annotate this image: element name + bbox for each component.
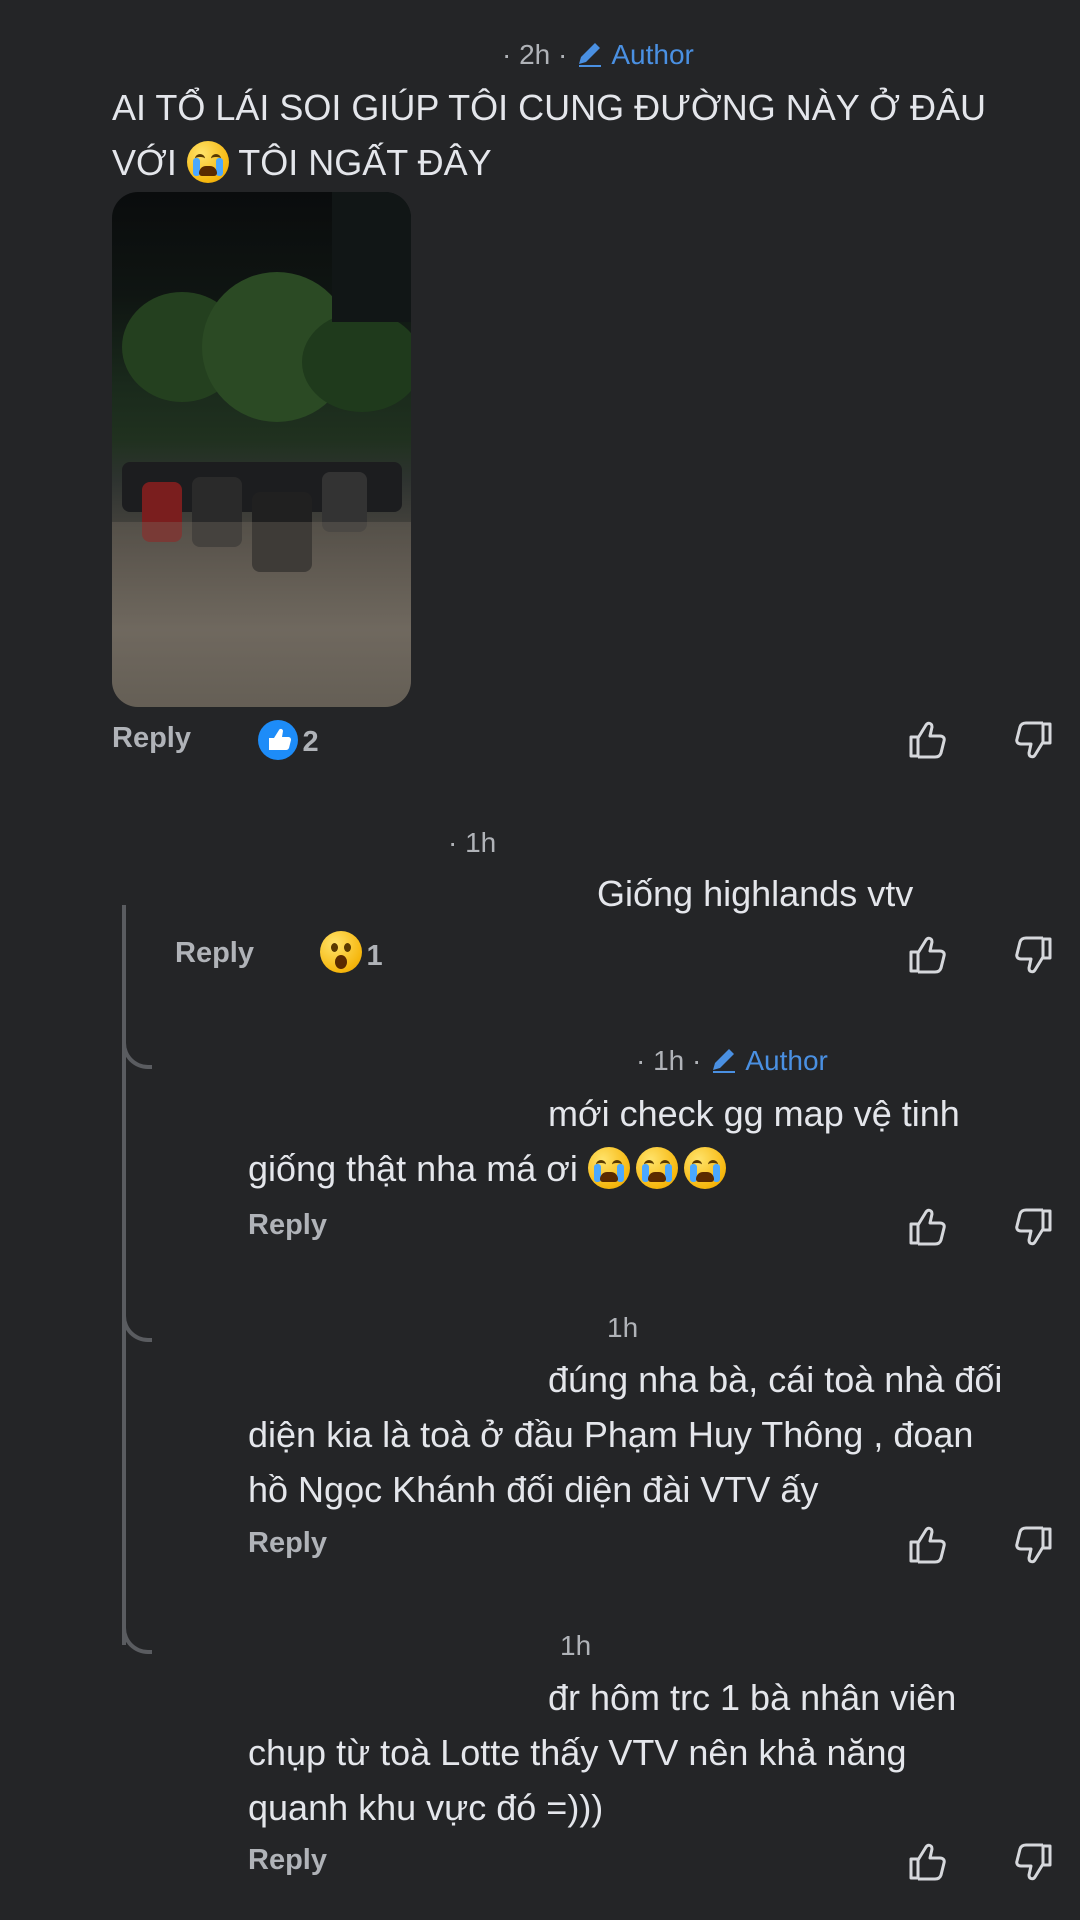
like-icon[interactable]: [905, 1840, 949, 1884]
comment-2-time: · 1h: [448, 827, 497, 858]
crying-emoji: [186, 141, 229, 183]
comment-3-meta: · 1h · Author: [636, 1044, 828, 1077]
comment-5-text: đr hôm trc 1 bà nhân viên chụp từ toà Lo…: [248, 1677, 957, 1828]
like-icon[interactable]: [905, 933, 949, 977]
comment-1-reply-button[interactable]: Reply: [112, 722, 191, 755]
comment-5-reply-button[interactable]: Reply: [248, 1844, 327, 1877]
thread-curve-1: [122, 1035, 152, 1069]
wow-emoji: [320, 931, 362, 973]
dislike-icon[interactable]: [1012, 1205, 1056, 1249]
comment-2-text: Giống highlands vtv: [597, 873, 914, 914]
pencil-icon: [709, 1044, 739, 1074]
comment-4-text: đúng nha bà, cái toà nhà đối diện kia là…: [248, 1359, 1003, 1510]
like-icon[interactable]: [905, 1523, 949, 1567]
comment-2-reactions[interactable]: 1: [320, 931, 383, 973]
like-icon[interactable]: [905, 1205, 949, 1249]
comment-4-reply-button[interactable]: Reply: [248, 1527, 327, 1560]
like-reaction-icon: [258, 720, 298, 760]
like-icon[interactable]: [905, 718, 949, 762]
comment-2-reaction-count: 1: [366, 940, 383, 972]
comment-2-reply-button[interactable]: Reply: [175, 937, 254, 970]
comment-1-text: AI TỔ LÁI SOI GIÚP TÔI CUNG ĐƯỜNG NÀY Ở …: [112, 87, 986, 183]
thread-curve-2: [122, 1308, 152, 1342]
crying-emoji: [683, 1147, 726, 1189]
author-badge[interactable]: Author: [745, 1045, 828, 1076]
thread-curve-3: [122, 1620, 152, 1654]
comment-4-time: 1h: [607, 1312, 639, 1343]
comment-3-reply-button[interactable]: Reply: [248, 1209, 327, 1242]
crying-emoji: [635, 1147, 678, 1189]
crying-emoji: [587, 1147, 630, 1189]
thread-line-main: [122, 905, 126, 1645]
dislike-icon[interactable]: [1012, 1840, 1056, 1884]
pencil-icon: [575, 38, 605, 68]
comment-1-meta: · 2h · Author: [502, 38, 694, 71]
comment-3-text: mới check gg map vệ tinh giống thật nha …: [248, 1093, 960, 1189]
dislike-icon[interactable]: [1012, 718, 1056, 762]
comment-1-reactions[interactable]: 2: [258, 720, 319, 760]
attached-photo[interactable]: [112, 192, 411, 707]
comment-1-time: · 2h ·: [502, 39, 568, 70]
comment-5-time: 1h: [560, 1630, 592, 1661]
dislike-icon[interactable]: [1012, 933, 1056, 977]
comment-1-reaction-count: 2: [302, 726, 319, 758]
author-badge[interactable]: Author: [611, 39, 694, 70]
dislike-icon[interactable]: [1012, 1523, 1056, 1567]
comment-3-time: · 1h ·: [636, 1045, 702, 1076]
